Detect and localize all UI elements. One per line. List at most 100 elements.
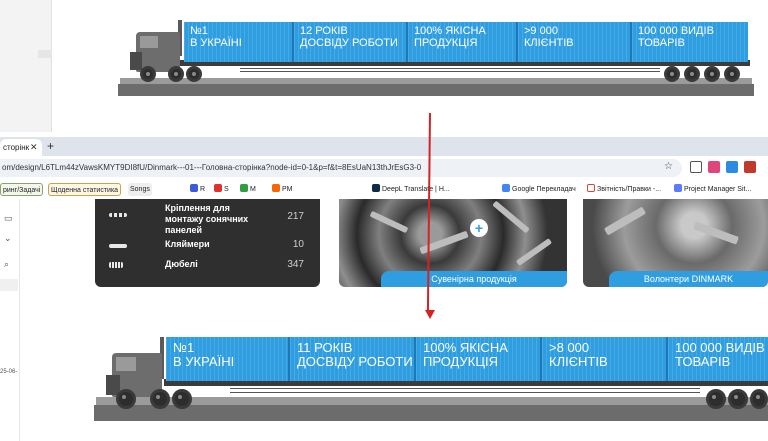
clamp-icon xyxy=(109,244,127,248)
container-line: 100% ЯКІСНА xyxy=(423,340,508,355)
bolt-image xyxy=(492,200,530,234)
wheel xyxy=(724,66,740,82)
bookmark-item[interactable]: ринг/Задачі xyxy=(0,183,44,196)
bookmarks-bar: ринг/Задачі Щоденна статистика Songs R S… xyxy=(0,182,768,197)
container-line: 12 РОКІВ xyxy=(300,25,348,37)
new-tab-button[interactable]: + xyxy=(47,139,54,154)
container-2: 12 РОКІВ ДОСВІДУ РОБОТИ xyxy=(294,22,408,62)
container-5: 100 000 ВИДІВ ТОВАРІВ xyxy=(668,337,768,381)
browser-window: сторінк ✕ + om/design/L6TLm44zVawsKMYT9DI… xyxy=(0,137,768,441)
container-line: ТОВАРІВ xyxy=(638,37,685,49)
address-bar: om/design/L6TLm44zVawsKMYT9DI8fU/Dinmark… xyxy=(0,156,768,179)
screenshot-root: №1 В УКРАЇНІ 12 РОКІВ ДОСВІДУ РОБОТИ 100% … xyxy=(0,0,768,441)
bookmark-label: Songs xyxy=(130,186,150,193)
close-icon[interactable]: ✕ xyxy=(30,139,38,156)
bookmark-label: PM xyxy=(282,186,293,193)
project-icon xyxy=(674,184,682,192)
solar-mount-icon xyxy=(109,213,127,217)
shield-extension-icon[interactable] xyxy=(708,161,720,173)
bolt-image xyxy=(369,210,409,234)
url-input[interactable]: om/design/L6TLm44zVawsKMYT9DI8fU/Dinmark… xyxy=(0,159,682,177)
bookmark-label: M xyxy=(250,186,256,193)
bookmark-item[interactable]: Щоденна статистика xyxy=(48,183,122,196)
container-line: В УКРАЇНІ xyxy=(173,354,235,369)
trailer-rail xyxy=(240,68,660,72)
road-surface xyxy=(96,397,768,405)
container-line: >9 000 xyxy=(524,25,558,37)
image-icon[interactable] xyxy=(690,161,702,173)
bookmark-label: Google Перекладач xyxy=(512,186,576,193)
container-4: >8 000 КЛІЄНТІВ xyxy=(542,337,668,381)
selected-layer[interactable] xyxy=(0,279,18,291)
container-line: ДОСВІДУ РОБОТИ xyxy=(300,37,398,49)
item-count: 217 xyxy=(287,211,304,222)
container-3: 100% ЯКІСНА ПРОДУКЦІЯ xyxy=(408,22,518,62)
container-line: 100% ЯКІСНА xyxy=(414,25,486,37)
wheel xyxy=(186,66,202,82)
souvenir-card[interactable]: Сувенірна продукція xyxy=(339,199,567,287)
bookmark-item[interactable]: M xyxy=(238,183,258,196)
container-line: В УКРАЇНІ xyxy=(190,37,242,49)
list-item[interactable]: Кріплення для монтажу сонячних панелей 2… xyxy=(95,203,320,235)
container-3: 100% ЯКІСНА ПРОДУКЦІЯ xyxy=(416,337,542,381)
wheel xyxy=(168,66,184,82)
search-icon[interactable]: ⌕ xyxy=(4,259,9,270)
container-line: ПРОДУКЦІЯ xyxy=(414,37,478,49)
bottom-truck: №1 В УКРАЇНІ 11 РОКІВ ДОСВІДУ РОБОТИ 100% … xyxy=(0,327,768,441)
wheel xyxy=(116,389,136,409)
wheel xyxy=(664,66,680,82)
wheel xyxy=(684,66,700,82)
panel-icon[interactable]: ▭ xyxy=(4,213,13,224)
wheel xyxy=(150,389,170,409)
item-count: 347 xyxy=(287,259,304,270)
bookmark-item[interactable]: Google Перекладач xyxy=(500,183,578,196)
trailer-rail xyxy=(230,388,700,393)
container-line: 100 000 ВИДІВ xyxy=(675,340,765,355)
wheel xyxy=(140,66,156,82)
extension-icons xyxy=(690,161,756,173)
wheel xyxy=(750,389,768,409)
container-line: >8 000 xyxy=(549,340,590,355)
bookmark-item[interactable]: S xyxy=(212,183,231,196)
item-name: Дюбелі xyxy=(165,259,198,269)
url-text: om/design/L6TLm44zVawsKMYT9DI8fU/Dinmark… xyxy=(2,163,422,172)
bolt-image xyxy=(603,206,647,236)
card-caption: Сувенірна продукція xyxy=(381,271,567,287)
bookmark-star-icon[interactable]: ☆ xyxy=(664,161,673,172)
bottom-containers: №1 В УКРАЇНІ 11 РОКІВ ДОСВІДУ РОБОТИ 100% … xyxy=(166,337,768,381)
add-button[interactable]: + xyxy=(470,219,488,237)
bookmark-item[interactable]: Project Manager Sit... xyxy=(672,183,753,196)
annotation-arrow-head xyxy=(425,310,435,319)
chevron-down-icon[interactable]: ⌄ xyxy=(4,233,12,244)
tab-title: сторінк xyxy=(3,143,30,152)
container-5: 100 000 ВИДІВ ТОВАРІВ xyxy=(632,22,748,62)
list-item[interactable]: Дюбелі 347 xyxy=(95,259,320,277)
bookmark-label: DeepL Translate | Н... xyxy=(382,186,450,193)
bookmark-item[interactable]: Звітність/Правки -... xyxy=(585,183,663,196)
road xyxy=(94,405,768,421)
bookmark-icon xyxy=(190,184,198,192)
browser-tab[interactable]: сторінк ✕ xyxy=(0,139,42,156)
puzzle-extension-icon[interactable] xyxy=(726,161,738,173)
bookmark-item[interactable]: Songs xyxy=(128,183,152,196)
bookmark-item[interactable]: DeepL Translate | Н... xyxy=(370,183,452,196)
bookmark-label: R xyxy=(200,186,206,193)
profile-extension-icon[interactable] xyxy=(744,161,756,173)
container-line: КЛІЄНТІВ xyxy=(549,354,608,369)
bookmark-item[interactable]: R xyxy=(188,183,207,196)
list-item[interactable]: Кляймери 10 xyxy=(95,239,320,257)
top-truck: №1 В УКРАЇНІ 12 РОКІВ ДОСВІДУ РОБОТИ 100% … xyxy=(0,0,768,132)
container-2: 11 РОКІВ ДОСВІДУ РОБОТИ xyxy=(290,337,416,381)
category-list-card: Кріплення для монтажу сонячних панелей 2… xyxy=(95,199,320,287)
google-icon xyxy=(587,184,595,192)
container-line: ТОВАРІВ xyxy=(675,354,731,369)
deepl-icon xyxy=(372,184,380,192)
container-1: №1 В УКРАЇНІ xyxy=(166,337,290,381)
bookmark-label: S xyxy=(224,186,229,193)
item-count: 10 xyxy=(292,239,304,250)
volunteers-card[interactable]: Волонтери DINMARK xyxy=(583,199,768,287)
dowel-icon xyxy=(109,262,123,268)
card-caption: Волонтери DINMARK xyxy=(609,271,768,287)
item-name: Кріплення для монтажу сонячних панелей xyxy=(165,203,249,235)
bookmark-item[interactable]: PM xyxy=(270,183,295,196)
